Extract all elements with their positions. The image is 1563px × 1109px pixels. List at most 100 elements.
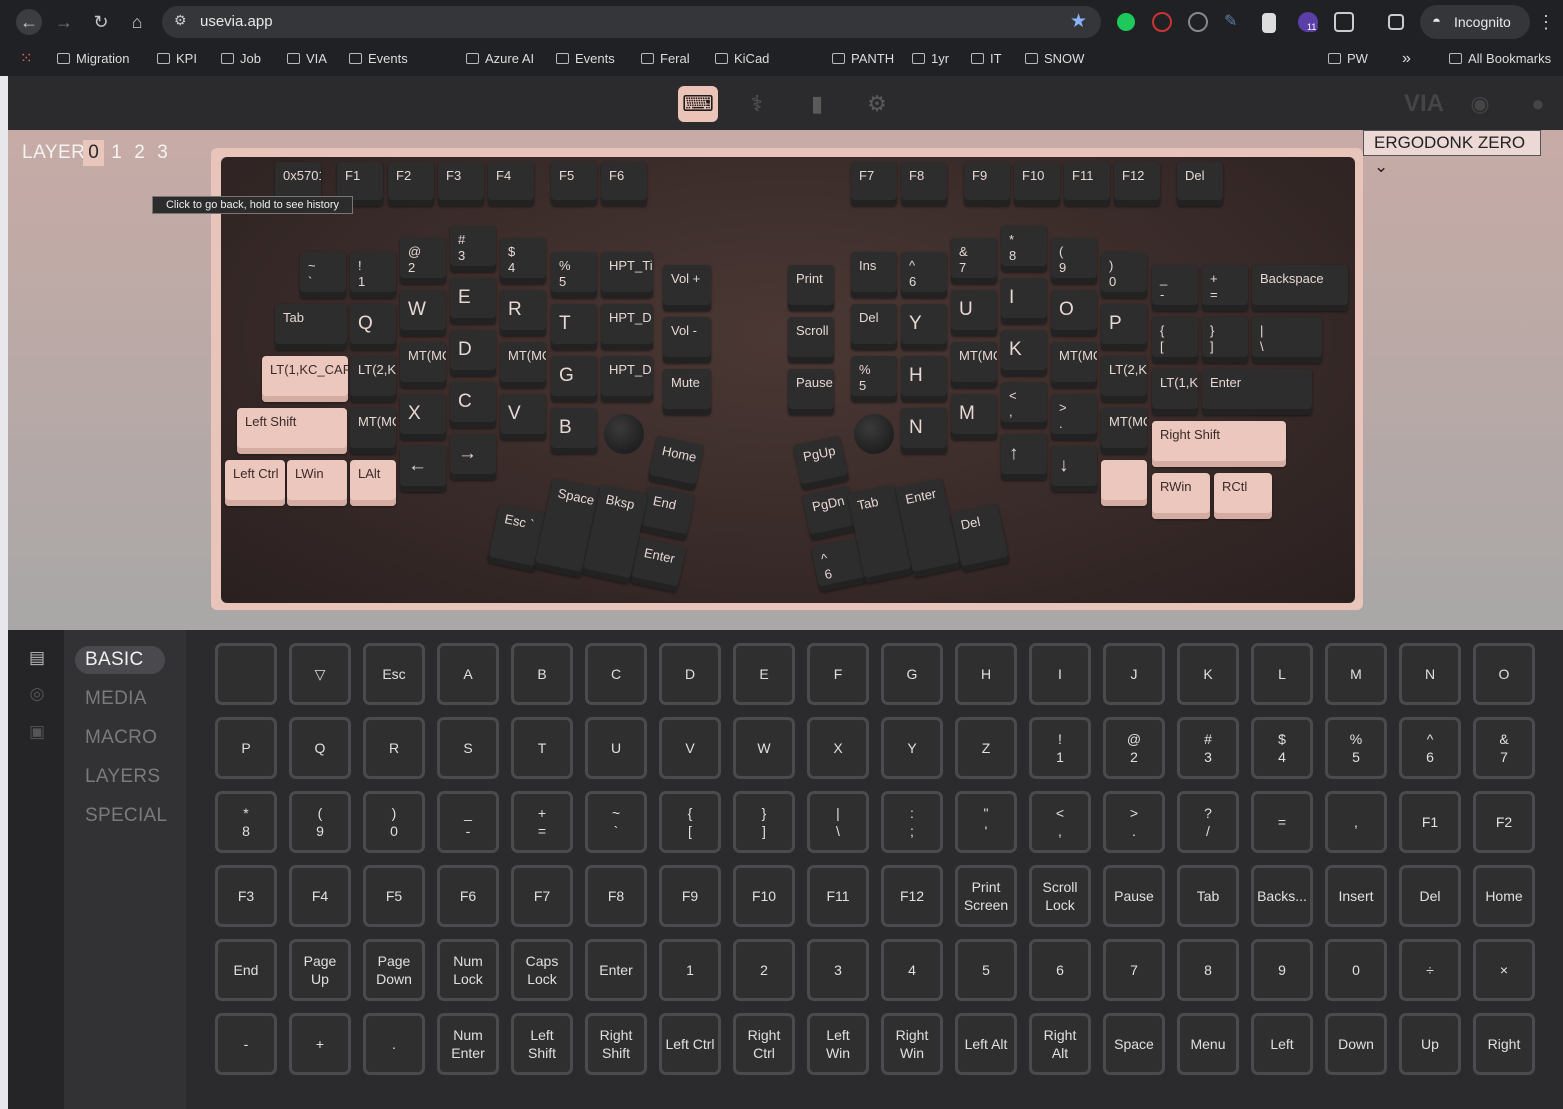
keycode-button[interactable]: ÷ bbox=[1399, 939, 1461, 1001]
keycode-button[interactable]: N bbox=[1399, 643, 1461, 705]
bookmark-item[interactable]: SNOW bbox=[1025, 50, 1084, 68]
keycode-button[interactable]: < , bbox=[1029, 791, 1091, 853]
key-r26[interactable]: MT(MC bbox=[1051, 342, 1097, 388]
keycode-button[interactable]: O bbox=[1473, 643, 1535, 705]
keycode-button[interactable]: Scroll Lock bbox=[1029, 865, 1091, 927]
extension-green-icon[interactable] bbox=[1117, 13, 1135, 31]
key-l14[interactable]: T bbox=[551, 304, 597, 350]
key-f9[interactable]: F8 bbox=[901, 162, 947, 206]
keycode-button[interactable]: F1 bbox=[1399, 791, 1461, 853]
bookmark-item[interactable]: PANTH bbox=[832, 50, 894, 68]
key-r7[interactable]: ) 0 bbox=[1101, 252, 1147, 298]
settings-gear-icon[interactable]: ⚙ bbox=[857, 86, 897, 122]
keycode-button[interactable]: F7 bbox=[511, 865, 573, 927]
key-l25[interactable]: Left Shift bbox=[237, 408, 347, 454]
keycode-button[interactable]: Page Down bbox=[363, 939, 425, 1001]
key-f8[interactable]: F7 bbox=[851, 162, 897, 206]
key-l5[interactable]: $ 4 bbox=[500, 238, 546, 284]
key-l4[interactable]: # 3 bbox=[450, 226, 496, 272]
key-f13[interactable]: F12 bbox=[1114, 162, 1160, 206]
key-l16[interactable]: Vol - bbox=[663, 317, 711, 363]
keycode-button[interactable]: 0 bbox=[1325, 939, 1387, 1001]
keycode-button[interactable]: W bbox=[733, 717, 795, 779]
keycode-button[interactable]: _ - bbox=[437, 791, 499, 853]
keyboard-select-dropdown[interactable]: ERGODONK ZERO ⌄ bbox=[1363, 130, 1541, 176]
design-icon[interactable]: ▮ bbox=[797, 86, 837, 122]
keycode-button[interactable] bbox=[215, 643, 277, 705]
keycode-button[interactable]: Right Shift bbox=[585, 1013, 647, 1075]
keycode-button[interactable]: Left Alt bbox=[955, 1013, 1017, 1075]
keycode-button[interactable]: Left Ctrl bbox=[659, 1013, 721, 1075]
all-bookmarks[interactable]: All Bookmarks bbox=[1449, 50, 1551, 68]
key-r4[interactable]: & 7 bbox=[951, 238, 997, 284]
key-l17[interactable]: LT(1,KC_CAPS bbox=[262, 356, 348, 402]
layer-2-button[interactable]: 2 bbox=[129, 140, 150, 166]
keycode-button[interactable]: 8 bbox=[1177, 939, 1239, 1001]
keycode-button[interactable]: F6 bbox=[437, 865, 499, 927]
keycode-button[interactable]: Z bbox=[955, 717, 1017, 779]
key-r8[interactable]: _ - bbox=[1152, 265, 1198, 311]
keycode-button[interactable]: Q bbox=[289, 717, 351, 779]
key-f14[interactable]: Del bbox=[1177, 162, 1223, 206]
bookmark-item[interactable]: PW bbox=[1328, 50, 1368, 68]
keycode-button[interactable]: Home bbox=[1473, 865, 1535, 927]
bookmark-item[interactable]: 1yr bbox=[912, 50, 949, 68]
bookmark-item[interactable]: VIA bbox=[287, 50, 327, 68]
keycode-button[interactable]: } ] bbox=[733, 791, 795, 853]
key-l26[interactable]: MT(MC bbox=[350, 408, 396, 454]
keycode-button[interactable]: + bbox=[289, 1013, 351, 1075]
layer-1-button[interactable]: 1 bbox=[106, 140, 127, 166]
key-f10[interactable]: F9 bbox=[964, 162, 1010, 206]
keycode-button[interactable]: Space bbox=[1103, 1013, 1165, 1075]
key-r9[interactable]: + = bbox=[1202, 265, 1248, 311]
key-r1[interactable]: Print bbox=[788, 265, 834, 311]
key-r10[interactable]: Backspace bbox=[1252, 265, 1348, 311]
side-panel-icon[interactable] bbox=[1388, 14, 1404, 30]
keycode-button[interactable]: B bbox=[511, 643, 573, 705]
keycode-button[interactable]: ^ 6 bbox=[1399, 717, 1461, 779]
extension-gear-icon[interactable] bbox=[1188, 12, 1208, 32]
bookmark-item[interactable]: Events bbox=[349, 50, 408, 68]
keycode-button[interactable]: + = bbox=[511, 791, 573, 853]
keycode-button[interactable]: F9 bbox=[659, 865, 721, 927]
keycode-button[interactable]: A bbox=[437, 643, 499, 705]
key-l20[interactable]: D bbox=[450, 330, 496, 376]
keycode-button[interactable]: 6 bbox=[1029, 939, 1091, 1001]
keycode-button[interactable]: Del bbox=[1399, 865, 1461, 927]
bookmark-star-icon[interactable]: ★ bbox=[1070, 10, 1087, 33]
keycode-button[interactable]: F2 bbox=[1473, 791, 1535, 853]
keycode-button[interactable]: Pause bbox=[1103, 865, 1165, 927]
key-l13[interactable]: R bbox=[500, 290, 546, 336]
key-r25[interactable]: K bbox=[1001, 330, 1047, 376]
key-l6[interactable]: % 5 bbox=[551, 252, 597, 298]
key-r35[interactable]: Right Shift bbox=[1152, 421, 1286, 467]
keycode-button[interactable]: Right Ctrl bbox=[733, 1013, 795, 1075]
key-r20[interactable]: | \ bbox=[1252, 317, 1322, 363]
key-r27[interactable]: LT(2,KC bbox=[1101, 356, 1147, 402]
key-r23[interactable]: H bbox=[901, 356, 947, 402]
keycode-button[interactable]: Insert bbox=[1325, 865, 1387, 927]
key-l1[interactable]: ~ ` bbox=[300, 252, 346, 298]
keycode-button[interactable]: Print Screen bbox=[955, 865, 1017, 927]
keycode-button[interactable]: Right Alt bbox=[1029, 1013, 1091, 1075]
keycode-button[interactable]: F5 bbox=[363, 865, 425, 927]
keycode-button[interactable]: F3 bbox=[215, 865, 277, 927]
key-l36[interactable]: Home bbox=[647, 435, 705, 491]
keycode-button[interactable]: ? / bbox=[1177, 791, 1239, 853]
key-r24[interactable]: MT(MC bbox=[951, 342, 997, 388]
key-l27[interactable]: X bbox=[400, 394, 446, 440]
key-l8[interactable]: Vol + bbox=[663, 265, 711, 311]
key-r19[interactable]: } ] bbox=[1202, 317, 1248, 363]
key-r5[interactable]: * 8 bbox=[1001, 226, 1047, 272]
extension-pen-icon[interactable]: ✎ bbox=[1224, 12, 1244, 32]
keycode-button[interactable]: Tab bbox=[1177, 865, 1239, 927]
keycode-button[interactable]: $ 4 bbox=[1251, 717, 1313, 779]
menu-special[interactable]: SPECIAL bbox=[75, 802, 167, 830]
keycode-button[interactable]: 2 bbox=[733, 939, 795, 1001]
keycode-button[interactable]: " ' bbox=[955, 791, 1017, 853]
key-l30[interactable]: B bbox=[551, 408, 597, 454]
keycode-button[interactable]: X bbox=[807, 717, 869, 779]
key-l9[interactable]: Tab bbox=[275, 304, 347, 350]
key-r11[interactable]: Scroll bbox=[788, 317, 834, 363]
keycode-button[interactable]: C bbox=[585, 643, 647, 705]
